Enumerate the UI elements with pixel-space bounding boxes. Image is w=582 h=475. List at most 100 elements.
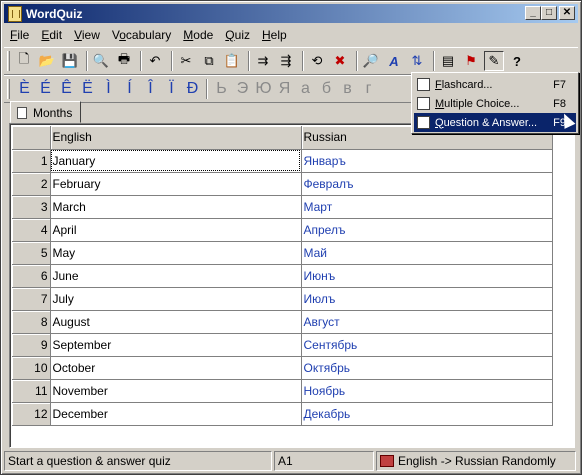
- cell-english[interactable]: July: [50, 287, 302, 311]
- char-button[interactable]: г: [358, 78, 379, 100]
- row-header[interactable]: 6: [12, 264, 51, 288]
- menu-item-flashcard[interactable]: Flashcard... F7: [414, 75, 576, 94]
- row-header[interactable]: 2: [12, 172, 51, 196]
- table-row[interactable]: 1 January Январъ: [12, 149, 553, 173]
- cell-english[interactable]: January: [50, 149, 302, 173]
- minimize-button[interactable]: _: [525, 6, 541, 20]
- menu-item-multiple-choice[interactable]: Multiple Choice... F8: [414, 94, 576, 113]
- cell-russian[interactable]: Июлъ: [301, 287, 553, 311]
- menu-view[interactable]: View: [68, 28, 106, 42]
- help-icon[interactable]: ?: [507, 51, 527, 71]
- close-button[interactable]: ✕: [559, 6, 575, 20]
- char-button[interactable]: а: [295, 78, 316, 100]
- char-button[interactable]: Ю: [253, 78, 274, 100]
- cell-english[interactable]: March: [50, 195, 302, 219]
- cell-russian[interactable]: Июнъ: [301, 264, 553, 288]
- char-button[interactable]: Ë: [77, 78, 98, 100]
- table-row[interactable]: 12 December Декабрь: [12, 402, 553, 426]
- cell-english[interactable]: October: [50, 356, 302, 380]
- table-row[interactable]: 11 November Ноябрь: [12, 379, 553, 403]
- row-header[interactable]: 12: [12, 402, 51, 426]
- row-header[interactable]: 1: [12, 149, 51, 173]
- revert-icon[interactable]: ⟲: [307, 51, 327, 71]
- toolbar-grip[interactable]: [7, 79, 10, 99]
- char-button[interactable]: Í: [119, 78, 140, 100]
- delete-row-icon[interactable]: ⇶: [276, 51, 296, 71]
- cell-russian[interactable]: Апрелъ: [301, 218, 553, 242]
- toolbar-grip[interactable]: [7, 51, 10, 71]
- cell-russian[interactable]: Октябрь: [301, 356, 553, 380]
- save-icon[interactable]: 💾: [60, 51, 80, 71]
- char-button[interactable]: Î: [140, 78, 161, 100]
- menu-vocabulary[interactable]: Vocabulary: [106, 28, 177, 42]
- row-header[interactable]: 5: [12, 241, 51, 265]
- table-row[interactable]: 6 June Июнъ: [12, 264, 553, 288]
- cell-russian[interactable]: Август: [301, 310, 553, 334]
- char-button[interactable]: Э: [232, 78, 253, 100]
- sort-icon[interactable]: ⇅: [407, 51, 427, 71]
- cell-english[interactable]: August: [50, 310, 302, 334]
- char-button[interactable]: Ï: [161, 78, 182, 100]
- char-button[interactable]: Ь: [211, 78, 232, 100]
- row-header[interactable]: 11: [12, 379, 51, 403]
- find-icon[interactable]: 🔎: [361, 51, 381, 71]
- char-button[interactable]: É: [35, 78, 56, 100]
- copy-icon[interactable]: ⧉: [199, 51, 219, 71]
- insert-row-icon[interactable]: ⇉: [253, 51, 273, 71]
- menu-file[interactable]: File: [4, 28, 35, 42]
- char-button[interactable]: Я: [274, 78, 295, 100]
- menu-help[interactable]: Help: [256, 28, 293, 42]
- row-header[interactable]: 8: [12, 310, 51, 334]
- cell-russian[interactable]: Февралъ: [301, 172, 553, 196]
- char-button[interactable]: б: [316, 78, 337, 100]
- row-header[interactable]: 3: [12, 195, 51, 219]
- table-row[interactable]: 10 October Октябрь: [12, 356, 553, 380]
- properties-icon[interactable]: ▤: [438, 51, 458, 71]
- char-button[interactable]: в: [337, 78, 358, 100]
- cell-russian[interactable]: Май: [301, 241, 553, 265]
- cell-english[interactable]: May: [50, 241, 302, 265]
- table-row[interactable]: 8 August Август: [12, 310, 553, 334]
- cell-english[interactable]: June: [50, 264, 302, 288]
- cell-english[interactable]: February: [50, 172, 302, 196]
- title-bar[interactable]: WordQuiz _ □ ✕: [4, 4, 578, 23]
- font-icon[interactable]: A: [384, 51, 404, 71]
- char-button[interactable]: È: [14, 78, 35, 100]
- cell-russian[interactable]: Январъ: [301, 149, 553, 173]
- print-preview-icon[interactable]: 🔍: [91, 51, 111, 71]
- open-icon[interactable]: 📂: [37, 51, 57, 71]
- cell-english[interactable]: April: [50, 218, 302, 242]
- undo-icon[interactable]: ↶: [145, 51, 165, 71]
- cell-russian[interactable]: Декабрь: [301, 402, 553, 426]
- corner-header[interactable]: [12, 126, 51, 150]
- table-row[interactable]: 9 September Сентябрь: [12, 333, 553, 357]
- cell-english[interactable]: September: [50, 333, 302, 357]
- char-button[interactable]: Ì: [98, 78, 119, 100]
- remove-icon[interactable]: ✖: [330, 51, 350, 71]
- row-header[interactable]: 10: [12, 356, 51, 380]
- new-icon[interactable]: 🗋: [14, 51, 34, 71]
- menu-edit[interactable]: Edit: [35, 28, 68, 42]
- table-row[interactable]: 2 February Февралъ: [12, 172, 553, 196]
- maximize-button[interactable]: □: [541, 6, 557, 20]
- row-header[interactable]: 7: [12, 287, 51, 311]
- char-button[interactable]: Đ: [182, 78, 203, 100]
- quiz-icon[interactable]: ✎: [484, 51, 504, 71]
- menu-item-question-answer[interactable]: Question & Answer... F9: [414, 113, 576, 132]
- column-header-english[interactable]: English: [50, 126, 302, 150]
- row-header[interactable]: 4: [12, 218, 51, 242]
- cell-russian[interactable]: Ноябрь: [301, 379, 553, 403]
- table-row[interactable]: 5 May Май: [12, 241, 553, 265]
- cell-russian[interactable]: Сентябрь: [301, 333, 553, 357]
- cut-icon[interactable]: ✂: [176, 51, 196, 71]
- cell-english[interactable]: December: [50, 402, 302, 426]
- paste-icon[interactable]: 📋: [222, 51, 242, 71]
- row-header[interactable]: 9: [12, 333, 51, 357]
- cell-russian[interactable]: Март: [301, 195, 553, 219]
- flag-icon[interactable]: ⚑: [461, 51, 481, 71]
- table-row[interactable]: 4 April Апрелъ: [12, 218, 553, 242]
- vocabulary-grid[interactable]: English Russian 1 January Январъ 2 February Ф…: [9, 123, 575, 448]
- table-row[interactable]: 3 March Март: [12, 195, 553, 219]
- print-icon[interactable]: 🖶: [114, 51, 134, 71]
- menu-mode[interactable]: Mode: [177, 28, 219, 42]
